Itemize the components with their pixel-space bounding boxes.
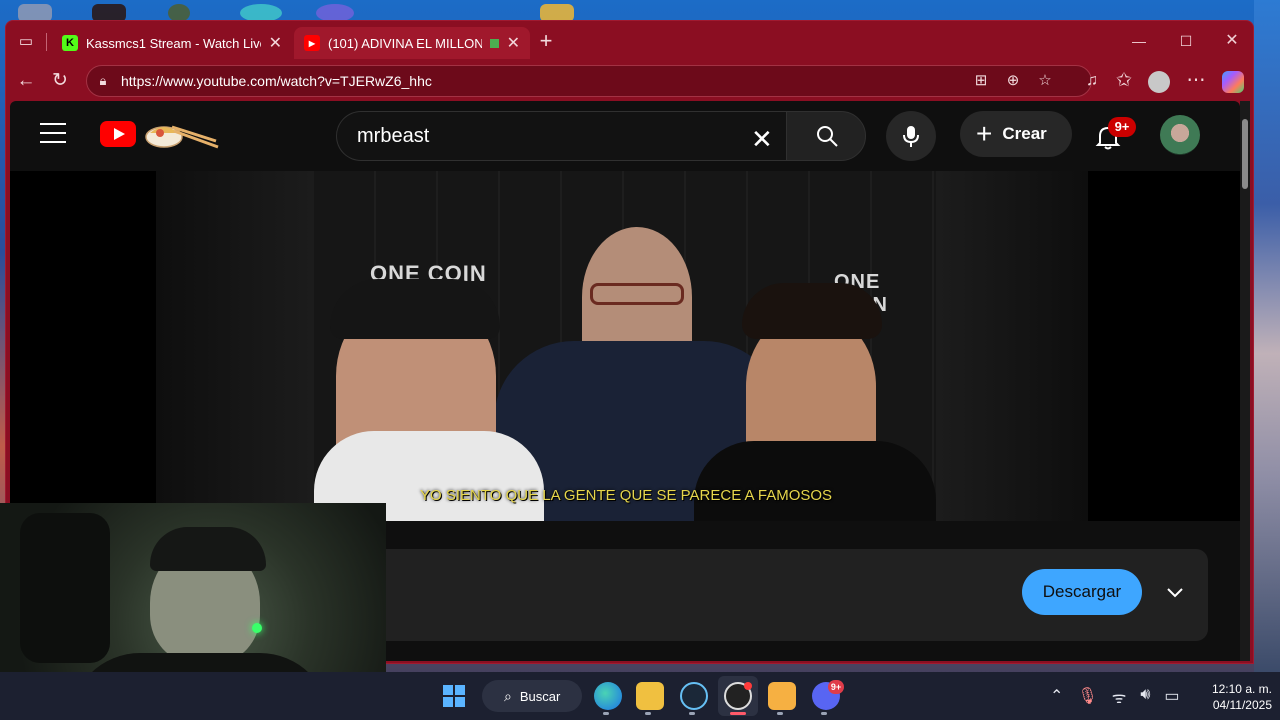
download-button[interactable]: Descargar [1022,569,1142,615]
taskbar-search-label: Buscar [519,688,561,704]
more-options-icon[interactable]: ⋯ [1182,67,1210,95]
read-aloud-icon[interactable]: ♫ [1078,67,1106,95]
refresh-icon[interactable]: ↻ [46,67,74,95]
show-hidden-icons-icon[interactable]: ⌃ [1050,686,1063,708]
hamburger-menu-icon[interactable] [40,123,66,143]
running-indicator [689,712,695,715]
taskbar: ⌕ Buscar 9+ ⌃ 🎙︎ ᯤ 🔊︎ ▭ 12:10 a. m. 04/1… [0,672,1280,720]
minimize-button[interactable]: — [1116,29,1162,53]
youtube-doodle-logo[interactable] [142,115,222,151]
discord-badge: 9+ [828,680,844,694]
page-scrollbar[interactable] [1240,101,1250,661]
headset-light [252,623,262,633]
voice-search-button[interactable] [886,111,936,161]
person-right-hair [742,283,882,339]
favorite-star-icon[interactable]: ☆ [1035,71,1055,91]
system-tray: ⌃ 🎙︎ ᯤ 🔊︎ ▭ [1050,686,1180,708]
plus-icon: + [976,118,993,149]
glasses [590,283,684,305]
edge-icon[interactable] [594,682,622,710]
close-tab-icon[interactable]: ✕ [507,33,520,53]
notification-count-badge: 9+ [1108,117,1136,137]
lock-icon[interactable]: 🔒︎ [93,71,113,91]
youtube-logo[interactable] [100,121,136,147]
microphone-icon [903,126,919,147]
clear-search-icon[interactable]: ✕ [751,124,773,155]
tab-title: Kassmcs1 Stream - Watch Live on [86,35,261,51]
running-indicator [821,712,827,715]
search-query[interactable]: mrbeast [357,125,429,148]
recording-dot [744,682,752,690]
url-text[interactable]: https://www.youtube.com/watch?v=TJERwZ6_… [121,73,432,89]
close-window-button[interactable]: ✕ [1209,29,1253,53]
create-button[interactable]: + Crear [960,111,1072,157]
maximize-button[interactable]: ☐ [1163,29,1209,53]
microphone-icon[interactable]: 🎙︎ [1077,686,1097,708]
video-frame: ONE COIN ONE COIN [314,171,936,521]
steam-icon[interactable] [680,682,708,710]
file-explorer-icon[interactable] [636,682,664,710]
wifi-icon[interactable]: ᯤ [1112,686,1127,708]
tab-youtube-video[interactable]: ▶ (101) ADIVINA EL MILLONARIO ✕ [294,27,530,59]
volume-icon[interactable]: 🔊︎ [1140,686,1150,708]
scrollbar-thumb[interactable] [1242,119,1248,189]
favorites-icon[interactable]: ✩ [1110,67,1138,95]
chevron-down-icon[interactable] [1162,579,1188,605]
tab-title: (101) ADIVINA EL MILLONARIO [328,35,482,51]
tab-actions-icon[interactable]: ▭ [12,28,40,56]
clock-date: 04/11/2025 [1212,698,1272,712]
copilot-icon[interactable] [1222,71,1244,93]
running-indicator [777,712,783,715]
close-tab-icon[interactable]: ✕ [269,33,282,53]
person-left-cap [330,279,500,339]
account-avatar[interactable] [1160,115,1200,155]
new-tab-button[interactable]: + [532,27,560,55]
address-bar[interactable]: 🔒︎ https://www.youtube.com/watch?v=TJERw… [86,65,1092,97]
clock[interactable]: 12:10 a. m. 04/11/2025 [1192,681,1272,713]
zoom-icon[interactable]: ⊕ [1003,71,1023,91]
search-icon: ⌕ [504,687,512,704]
create-label: Crear [1002,124,1047,143]
windows-start-icon[interactable] [442,684,466,708]
media-player-icon[interactable] [768,682,796,710]
search-input[interactable]: mrbeast ✕ [336,111,786,161]
running-indicator [603,712,609,715]
tab-bar: ▭ K Kassmcs1 Stream - Watch Live on ✕ ▶ … [6,21,1253,63]
active-indicator [730,712,746,715]
search-icon [817,126,838,147]
running-indicator [645,712,651,715]
profile-avatar[interactable] [1148,71,1170,93]
kick-icon: K [62,35,78,51]
video-subtitle: YO SIENTO QUE LA GENTE QUE SE PARECE A F… [420,487,833,504]
money-emoji-icon [489,38,499,48]
video-letterbox [156,171,314,521]
video-player[interactable]: ONE COIN ONE COIN YO SIENTO QUE LA GENTE… [10,171,1240,521]
streamer-cap [150,527,266,571]
app-available-icon[interactable]: ⊞ [971,71,991,91]
navigation-bar: ← ↻ 🔒︎ https://www.youtube.com/watch?v=T… [6,63,1253,99]
clock-time: 12:10 a. m. [1211,682,1272,696]
search-button[interactable] [786,111,866,161]
tab-divider [46,33,47,51]
video-letterbox [936,171,1088,521]
person-right-shirt [694,441,936,521]
back-icon[interactable]: ← [12,67,40,95]
youtube-icon: ▶ [304,35,320,51]
battery-icon[interactable]: ▭ [1164,686,1179,708]
desktop-wallpaper [1254,0,1280,680]
taskbar-search[interactable]: ⌕ Buscar [482,680,582,712]
tab-kick-stream[interactable]: K Kassmcs1 Stream - Watch Live on ✕ [52,27,292,59]
dark-background-object [20,513,110,663]
